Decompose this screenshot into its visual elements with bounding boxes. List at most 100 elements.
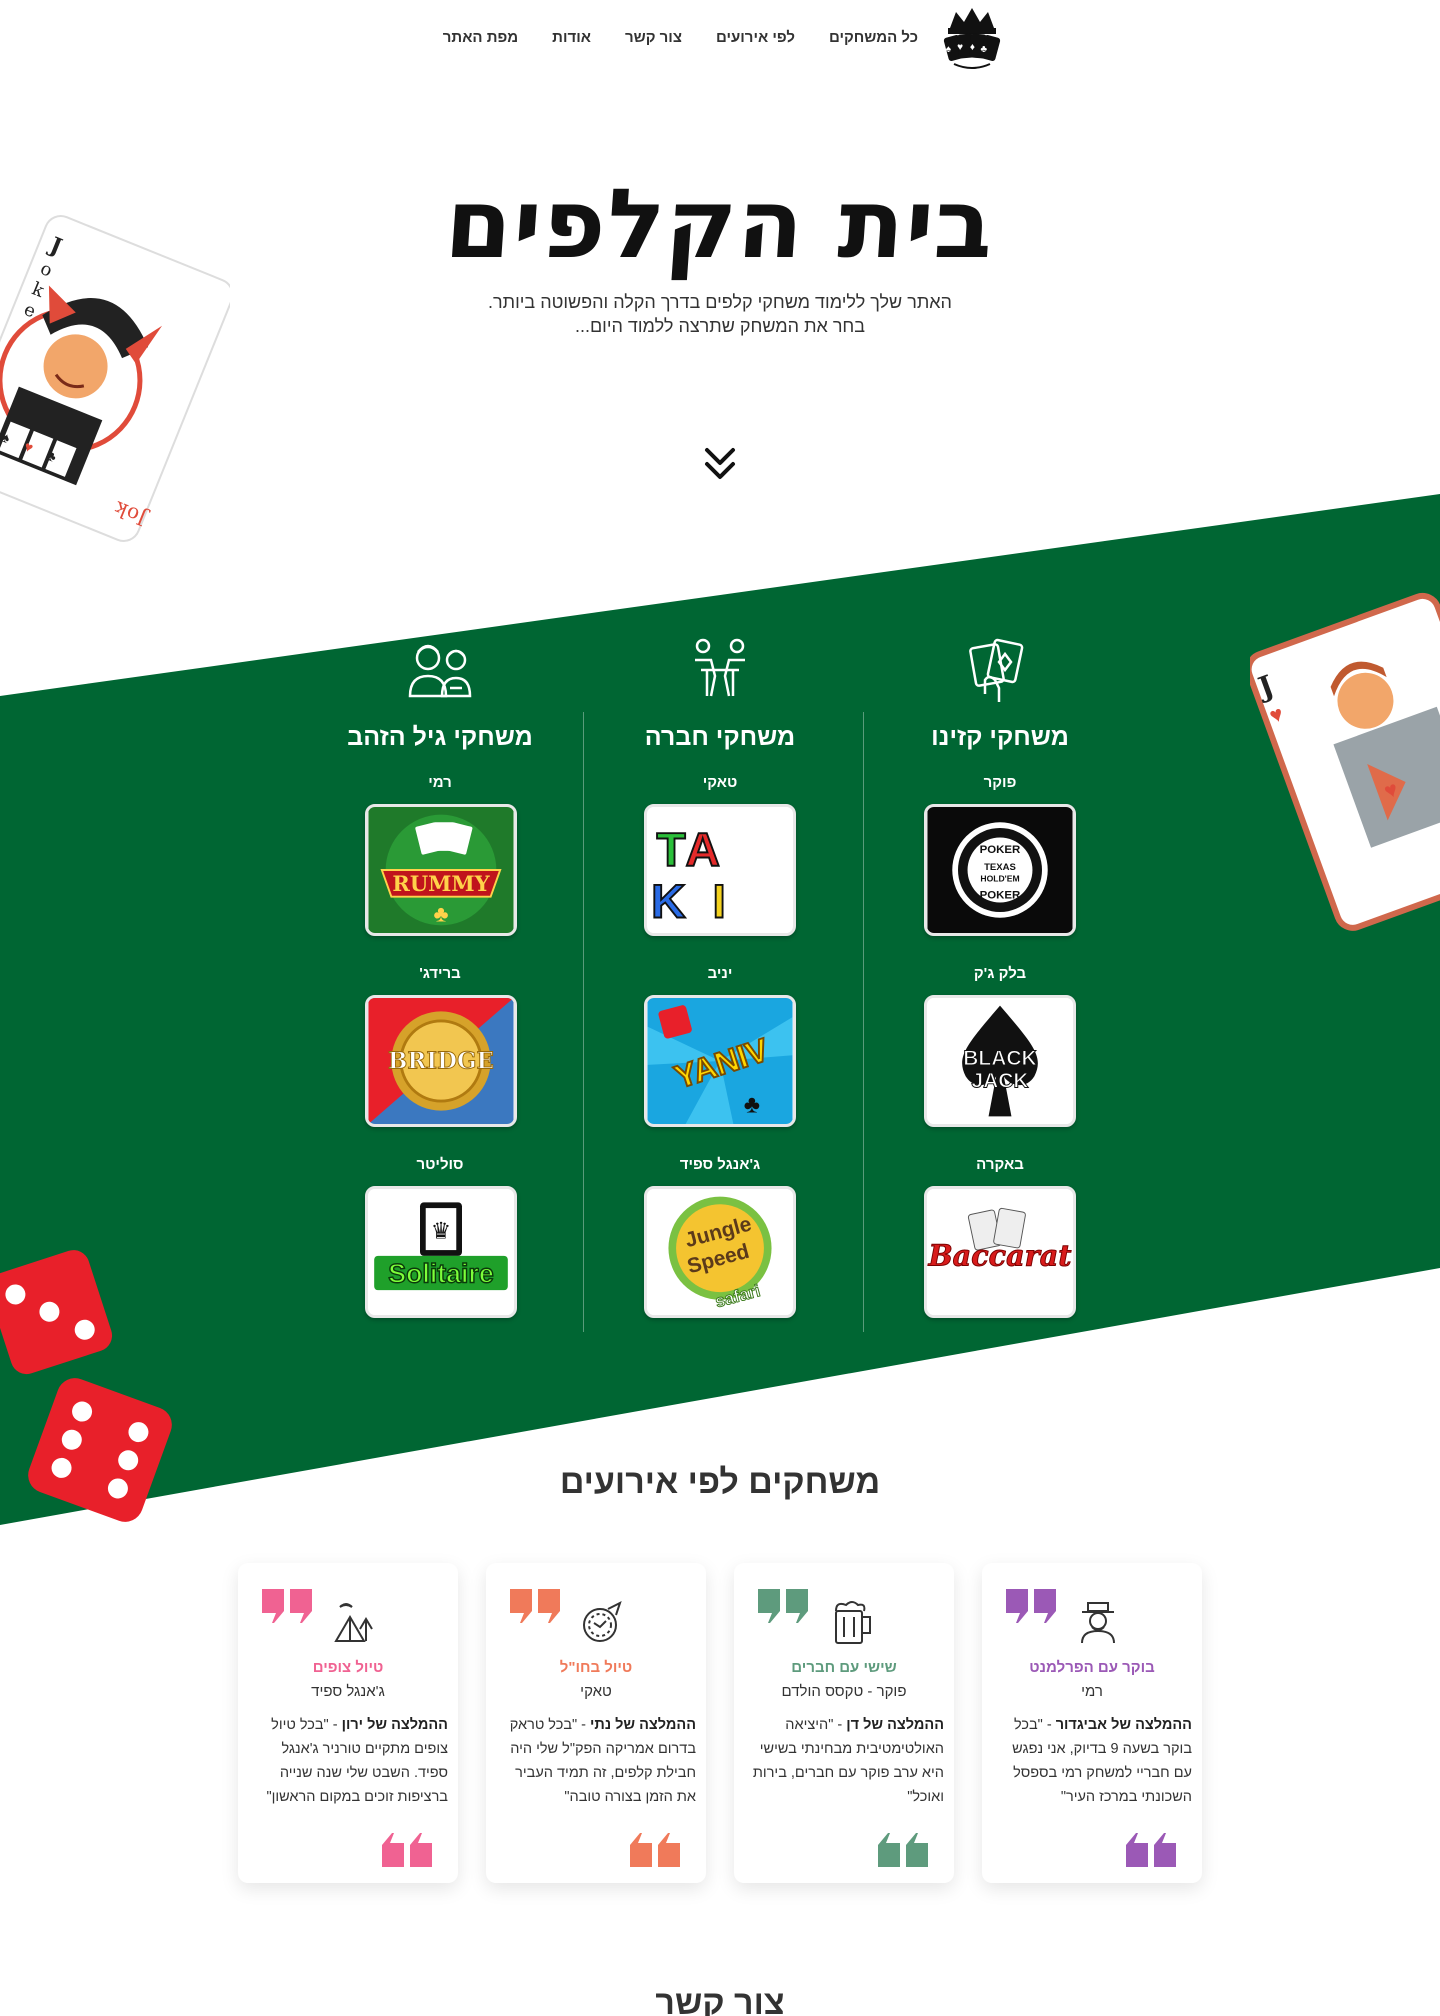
- svg-text:BRIDGE: BRIDGE: [388, 1048, 494, 1075]
- events-section-title: משחקים לפי אירועים: [559, 1463, 881, 1501]
- nav-link-sitemap[interactable]: מפת האתר: [443, 29, 518, 46]
- column-divider: [863, 712, 864, 1332]
- svg-text:♣: ♣: [980, 44, 987, 55]
- event-card-scouts-trip[interactable]: טיול צופים ג'אנגל ספיד ההמלצה של ירון - …: [238, 1563, 458, 1883]
- svg-text:I: I: [712, 876, 725, 929]
- event-card-quote: ההמלצה של ירון - "בכל טיול צופים מתקיים …: [248, 1713, 448, 1809]
- quote-open-icon: [758, 1589, 808, 1623]
- bridge-logo: BRIDGE: [368, 998, 514, 1124]
- poker-art-text: POKER: [980, 844, 1021, 856]
- game-tile-jungle-speed[interactable]: Jungle Speed safari: [644, 1186, 796, 1318]
- game-tile-solitaire[interactable]: ♛ Solitaire: [365, 1186, 517, 1318]
- nav-link-about[interactable]: אודות: [552, 29, 591, 46]
- event-card-title: בוקר עם הפרלמנט: [1029, 1659, 1155, 1676]
- event-card-recommender: ההמלצה של דן: [846, 1717, 944, 1733]
- svg-text:K: K: [651, 876, 686, 929]
- nav-links: כל המשחקים לפי אירועים צור קשר אודות מפת…: [443, 29, 918, 46]
- friends-table-icon: [695, 638, 745, 697]
- contact-section-title: צור קשר: [655, 1984, 785, 2016]
- game-tile-rummy[interactable]: RUMMY ♣: [365, 804, 517, 936]
- game-label-jungle-speed: ג'אנגל ספיד: [679, 1156, 761, 1173]
- event-card-parliament[interactable]: בוקר עם הפרלמנט רמי ההמלצה של אביגדור - …: [982, 1563, 1202, 1883]
- game-tile-bridge[interactable]: BRIDGE: [365, 995, 517, 1127]
- jungle-speed-logo: Jungle Speed safari: [647, 1189, 793, 1315]
- svg-text:♠: ♠: [946, 44, 952, 55]
- game-label-taki: טאקי: [702, 774, 738, 791]
- svg-text:POKER: POKER: [980, 890, 1021, 902]
- hero-subtitle-line-2: בחר את המשחק שתרצה ללמוד היום...: [574, 316, 866, 336]
- svg-text:♛: ♛: [431, 1218, 452, 1244]
- svg-text:♥: ♥: [957, 42, 963, 53]
- svg-text:BLACK: BLACK: [963, 1047, 1037, 1070]
- event-card-recommender: ההמלצה של ירון: [341, 1717, 448, 1733]
- top-navigation: ♠ ♥ ♦ ♣ כל המשחקים לפי אירועים צור קשר א…: [0, 0, 1440, 80]
- event-card-title: שישי עם חברים: [791, 1659, 897, 1676]
- event-card-game: רמי: [1081, 1683, 1103, 1700]
- game-label-blackjack: בלק ג'ק: [973, 965, 1027, 982]
- event-card-game: טאקי: [580, 1683, 612, 1700]
- beer-mug-icon: [835, 1601, 871, 1644]
- svg-text:Baccarat: Baccarat: [928, 1238, 1072, 1272]
- svg-text:♣: ♣: [433, 901, 448, 927]
- event-card-game: ג'אנגל ספיד: [311, 1683, 385, 1700]
- quote-open-icon: [510, 1589, 560, 1623]
- game-tile-blackjack[interactable]: BLACK JACK: [924, 995, 1076, 1127]
- baccarat-logo: Baccarat: [927, 1189, 1073, 1315]
- event-card-game: פוקר - טקסס הולדם: [781, 1683, 907, 1700]
- game-label-rummy: רמי: [428, 774, 452, 791]
- event-card-quote: ההמלצה של דן - "היציאה האולטימטיבית מבחי…: [744, 1713, 944, 1809]
- nav-link-contact[interactable]: צור קשר: [625, 29, 682, 46]
- game-label-poker: פוקר: [983, 774, 1017, 791]
- game-tile-baccarat[interactable]: Baccarat: [924, 1186, 1076, 1318]
- hero-subtitle-line-1: האתר שלך ללימוד משחקי קלפים בדרך הקלה וה…: [488, 292, 952, 312]
- event-card-friday-friends[interactable]: שישי עם חברים פוקר - טקסס הולדם ההמלצה ש…: [734, 1563, 954, 1883]
- cards-hand-icon: [969, 638, 1024, 702]
- event-card-quote: ההמלצה של נתי - "בכל טראק בדרום אמריקה ה…: [496, 1713, 696, 1809]
- quote-close-icon: [878, 1833, 928, 1867]
- column-divider: [583, 712, 584, 1332]
- event-card-quote: ההמלצה של אביגדור - "בכל בוקר בשעה 9 בדי…: [992, 1713, 1192, 1809]
- svg-text:A: A: [686, 824, 720, 877]
- game-tile-poker[interactable]: POKER TEXAS HOLD'EM POKER: [924, 804, 1076, 936]
- game-tile-yaniv[interactable]: YANIV ♣: [644, 995, 796, 1127]
- old-man-hat-icon: [1081, 1602, 1115, 1644]
- blackjack-spade-logo: BLACK JACK: [927, 998, 1073, 1124]
- game-label-bridge: ברידג': [419, 965, 461, 982]
- jack-card-illustration: J ♥ ♥: [1250, 592, 1440, 931]
- svg-text:♣: ♣: [744, 1092, 760, 1119]
- quote-open-icon: [262, 1589, 312, 1623]
- game-label-yaniv: יניב: [707, 965, 733, 982]
- yaniv-logo: YANIV ♣: [647, 998, 793, 1124]
- event-card-trip-abroad[interactable]: טיול בחו"ל טאקי ההמלצה של נתי - "בכל טרא…: [486, 1563, 706, 1883]
- event-card-title: טיול צופים: [312, 1659, 384, 1676]
- svg-text:Solitaire: Solitaire: [388, 1259, 493, 1289]
- svg-text:T: T: [656, 824, 685, 877]
- game-label-solitaire: סוליטר: [416, 1156, 464, 1173]
- nav-link-all-games[interactable]: כל המשחקים: [829, 29, 918, 46]
- dice-illustration: [0, 1250, 172, 1522]
- quote-close-icon: [630, 1833, 680, 1867]
- svg-text:TEXAS: TEXAS: [984, 862, 1016, 873]
- svg-text:HOLD'EM: HOLD'EM: [980, 873, 1019, 883]
- hero-subtitle: האתר שלך ללימוד משחקי קלפים בדרך הקלה וה…: [0, 290, 1440, 338]
- site-logo-crown-cards-icon[interactable]: ♠ ♥ ♦ ♣: [940, 6, 1004, 72]
- svg-text:JACK: JACK: [971, 1070, 1028, 1093]
- svg-text:♦: ♦: [970, 42, 975, 53]
- nav-link-by-events[interactable]: לפי אירועים: [716, 29, 795, 46]
- game-tile-taki[interactable]: T A K I: [644, 804, 796, 936]
- svg-text:RUMMY: RUMMY: [392, 871, 490, 896]
- globe-plane-icon: [583, 1601, 622, 1642]
- rummy-logo: RUMMY ♣: [368, 807, 514, 933]
- poker-chip-logo: POKER TEXAS HOLD'EM POKER: [927, 807, 1073, 933]
- quote-open-icon: [1006, 1589, 1056, 1623]
- solitaire-logo: ♛ Solitaire: [368, 1189, 514, 1315]
- hero-title: בית הקלפים: [441, 168, 999, 280]
- category-title-golden-age: משחקי גיל הזהב: [347, 723, 533, 751]
- double-chevron-down-icon[interactable]: [701, 444, 739, 486]
- event-card-recommender: ההמלצה של אביגדור: [1055, 1717, 1192, 1733]
- quote-close-icon: [1126, 1833, 1176, 1867]
- game-label-baccarat: באקרה: [976, 1156, 1024, 1173]
- event-card-title: טיול בחו"ל: [559, 1659, 633, 1676]
- camping-tent-icon: [334, 1603, 373, 1642]
- taki-logo: T A K I: [647, 807, 793, 933]
